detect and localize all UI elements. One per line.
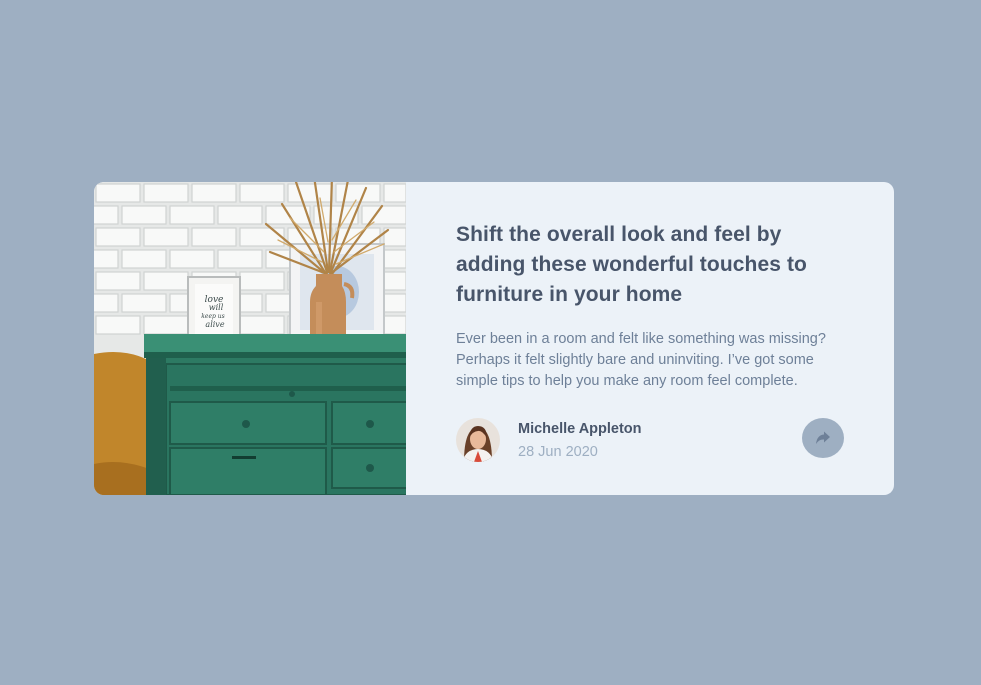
post-date: 28 Jun 2020 <box>518 443 598 460</box>
svg-text:alive: alive <box>205 320 224 329</box>
drawers-photo: love will keep us alive <box>94 182 406 495</box>
svg-text:keep us: keep us <box>201 313 224 320</box>
article-headline: Shift the overall look and feel by addin… <box>456 223 807 306</box>
svg-text:will: will <box>209 303 224 312</box>
author-block: Michelle Appleton 28 Jun 2020 <box>456 418 642 462</box>
article-excerpt: Ever been in a room and felt like someth… <box>456 331 826 389</box>
article-preview-card: love will keep us alive Shift the overal… <box>94 182 894 495</box>
share-button[interactable] <box>802 418 844 458</box>
article-content: Shift the overall look and feel by addin… <box>406 182 894 495</box>
author-meta: Michelle Appleton 28 Jun 2020 <box>518 419 642 462</box>
share-icon <box>815 431 831 445</box>
author-name: Michelle Appleton <box>518 420 642 437</box>
avatar-photo <box>456 418 500 462</box>
